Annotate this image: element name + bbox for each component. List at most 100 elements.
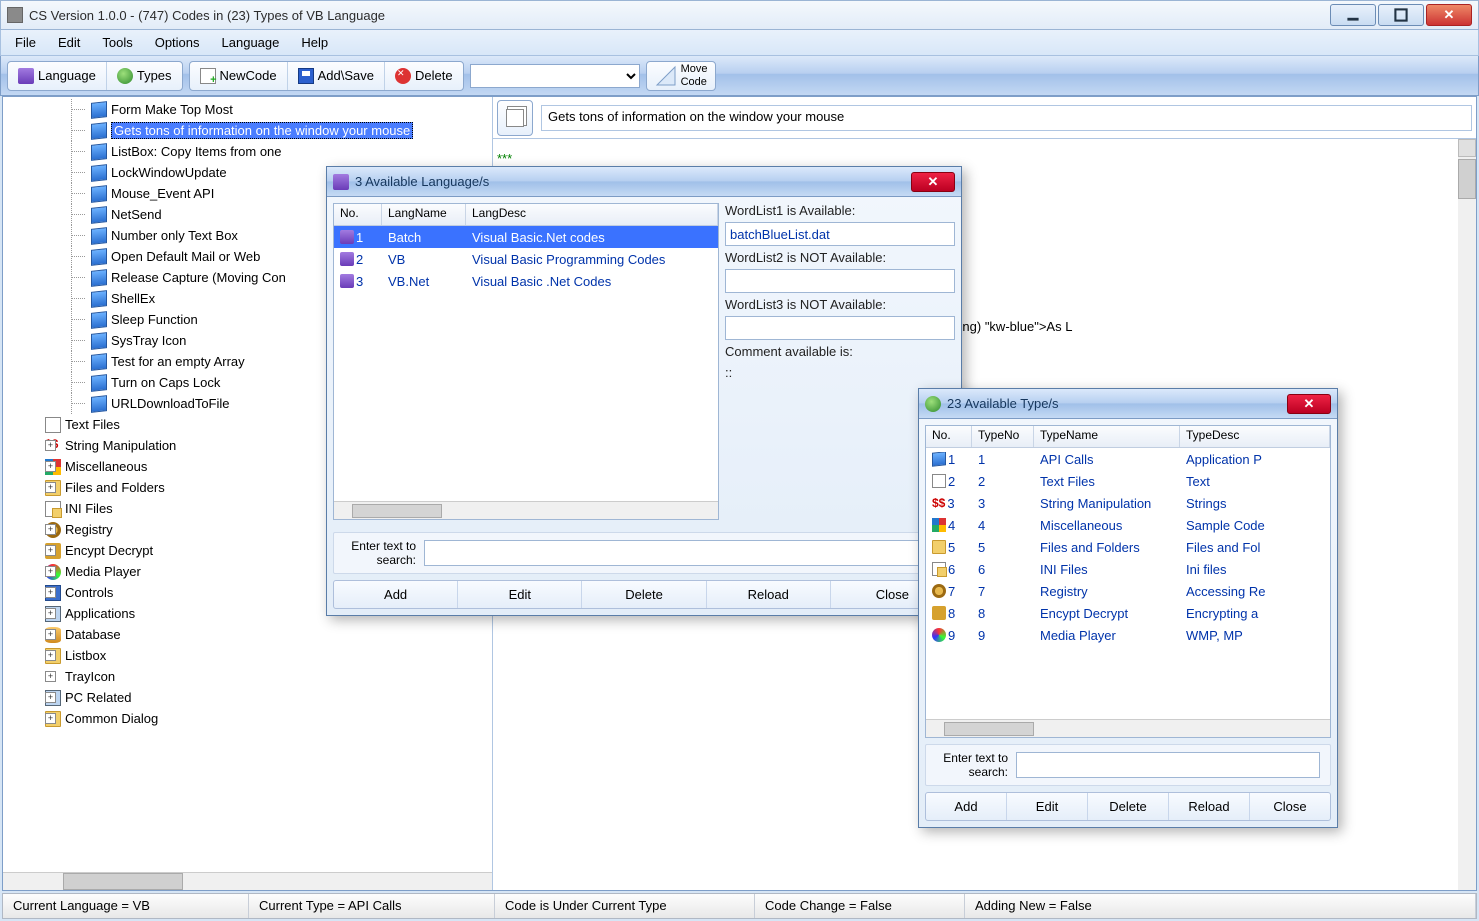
language-search-label: Enter text to search: [344, 539, 416, 567]
tree-folder[interactable]: +Database [5, 624, 490, 645]
language-listview[interactable]: No. LangName LangDesc 1BatchVisual Basic… [333, 203, 719, 520]
close-button[interactable]: ✕ [1426, 4, 1472, 26]
types-search-label: Enter text to search: [936, 751, 1008, 779]
cube-icon [91, 353, 107, 371]
language-row[interactable]: 2VBVisual Basic Programming Codes [334, 248, 718, 270]
menu-tools[interactable]: Tools [92, 32, 142, 53]
expand-button[interactable]: + [45, 545, 56, 556]
toolbar-language-button[interactable]: Language [8, 62, 107, 90]
tree-folder[interactable]: +Common Dialog [5, 708, 490, 729]
doc-icon [45, 417, 61, 433]
lock-icon [932, 606, 946, 620]
type-row[interactable]: 88Encypt DecryptEncrypting a [926, 602, 1330, 624]
expand-button[interactable]: + [45, 440, 56, 451]
menu-help[interactable]: Help [291, 32, 338, 53]
types-close-button[interactable]: Close [1250, 793, 1330, 820]
wordlist3-input[interactable] [725, 316, 955, 340]
toolbar: Language Types NewCode Add\Save Delete M… [0, 56, 1479, 96]
language-icon [18, 68, 34, 84]
types-dialog: 23 Available Type/s ✕ No. TypeNo TypeNam… [918, 388, 1338, 828]
expand-button[interactable]: + [45, 461, 56, 472]
new-icon [200, 68, 216, 84]
tree-hscroll[interactable] [3, 872, 492, 890]
language-search-input[interactable] [424, 540, 944, 566]
lang-row-icon [340, 274, 354, 288]
menu-file[interactable]: File [5, 32, 46, 53]
types-dialog-title: 23 Available Type/s [947, 396, 1287, 411]
expand-button[interactable]: + [45, 671, 56, 682]
type-row[interactable]: 66INI FilesIni files [926, 558, 1330, 580]
lang-row-icon [340, 252, 354, 266]
lang-row-icon [340, 230, 354, 244]
types-search-input[interactable] [1016, 752, 1320, 778]
type-row[interactable]: 44MiscellaneousSample Code [926, 514, 1330, 536]
expand-button[interactable]: + [45, 650, 56, 661]
wordlist2-input[interactable] [725, 269, 955, 293]
tree-folder[interactable]: +Listbox [5, 645, 490, 666]
type-row[interactable]: $$33String ManipulationStrings [926, 492, 1330, 514]
language-dialog-title: 3 Available Language/s [355, 174, 911, 189]
expand-button[interactable]: + [45, 524, 56, 535]
cube-icon [91, 185, 107, 203]
types-button-row: AddEditDeleteReloadClose [925, 792, 1331, 821]
expand-button[interactable]: + [45, 566, 56, 577]
toolbar-types-button[interactable]: Types [107, 62, 182, 90]
toolbar-combo[interactable] [470, 64, 640, 88]
expand-button[interactable]: + [45, 587, 56, 598]
type-row[interactable]: 22Text FilesText [926, 470, 1330, 492]
expand-button[interactable]: + [45, 692, 56, 703]
maximize-button[interactable] [1378, 4, 1424, 26]
tree-folder[interactable]: +PC Related [5, 687, 490, 708]
type-row[interactable]: 11API CallsApplication P [926, 448, 1330, 470]
info-text: Gets tons of information on the window y… [541, 105, 1472, 131]
tree-item[interactable]: Form Make Top Most [5, 99, 490, 120]
type-row[interactable]: 55Files and FoldersFiles and Fol [926, 536, 1330, 558]
types-add-button[interactable]: Add [926, 793, 1007, 820]
language-row[interactable]: 3VB.NetVisual Basic .Net Codes [334, 270, 718, 292]
toolbar-addsave-button[interactable]: Add\Save [288, 62, 385, 90]
types-delete-button[interactable]: Delete [1088, 793, 1169, 820]
types-listview[interactable]: No. TypeNo TypeName TypeDesc 11API Calls… [925, 425, 1331, 738]
tree-item[interactable]: ListBox: Copy Items from one [5, 141, 490, 162]
tree-folder[interactable]: +TrayIcon [5, 666, 490, 687]
language-dialog-titlebar[interactable]: 3 Available Language/s ✕ [327, 167, 961, 197]
media-icon [932, 628, 946, 642]
toolbar-delete-button[interactable]: Delete [385, 62, 463, 90]
menu-options[interactable]: Options [145, 32, 210, 53]
status-adding: Adding New = False [965, 894, 1476, 918]
code-vscroll[interactable] [1458, 139, 1476, 890]
tree-item[interactable]: Gets tons of information on the window y… [5, 120, 490, 141]
cube-icon [91, 311, 107, 329]
types-edit-button[interactable]: Edit [1007, 793, 1088, 820]
toolbar-newcode-button[interactable]: NewCode [190, 62, 288, 90]
language-add-button[interactable]: Add [334, 581, 458, 608]
gear-icon [932, 584, 946, 598]
copy-button[interactable] [497, 100, 533, 136]
language-reload-button[interactable]: Reload [707, 581, 831, 608]
types-dialog-titlebar[interactable]: 23 Available Type/s ✕ [919, 389, 1337, 419]
type-row[interactable]: 99Media PlayerWMP, MP [926, 624, 1330, 646]
language-delete-button[interactable]: Delete [582, 581, 706, 608]
language-dialog: 3 Available Language/s ✕ No. LangName La… [326, 166, 962, 616]
wordlist1-input[interactable] [725, 222, 955, 246]
expand-button[interactable]: + [45, 608, 56, 619]
wordlist2-label: WordList2 is NOT Available: [725, 250, 955, 265]
type-row[interactable]: 77RegistryAccessing Re [926, 580, 1330, 602]
expand-button[interactable]: + [45, 629, 56, 640]
toolbar-move-button[interactable]: Move Code [646, 61, 717, 91]
menu-language[interactable]: Language [212, 32, 290, 53]
move-icon [655, 65, 677, 87]
minimize-button[interactable] [1330, 4, 1376, 26]
expand-button[interactable]: + [45, 482, 56, 493]
language-row[interactable]: 1BatchVisual Basic.Net codes [334, 226, 718, 248]
types-icon [117, 68, 133, 84]
types-reload-button[interactable]: Reload [1169, 793, 1250, 820]
cube-icon [91, 395, 107, 413]
language-edit-button[interactable]: Edit [458, 581, 582, 608]
expand-button[interactable]: + [45, 713, 56, 724]
language-dialog-close-button[interactable]: ✕ [911, 172, 955, 192]
menu-edit[interactable]: Edit [48, 32, 90, 53]
language-list-hscroll[interactable] [334, 501, 718, 519]
types-dialog-close-button[interactable]: ✕ [1287, 394, 1331, 414]
types-list-hscroll[interactable] [926, 719, 1330, 737]
